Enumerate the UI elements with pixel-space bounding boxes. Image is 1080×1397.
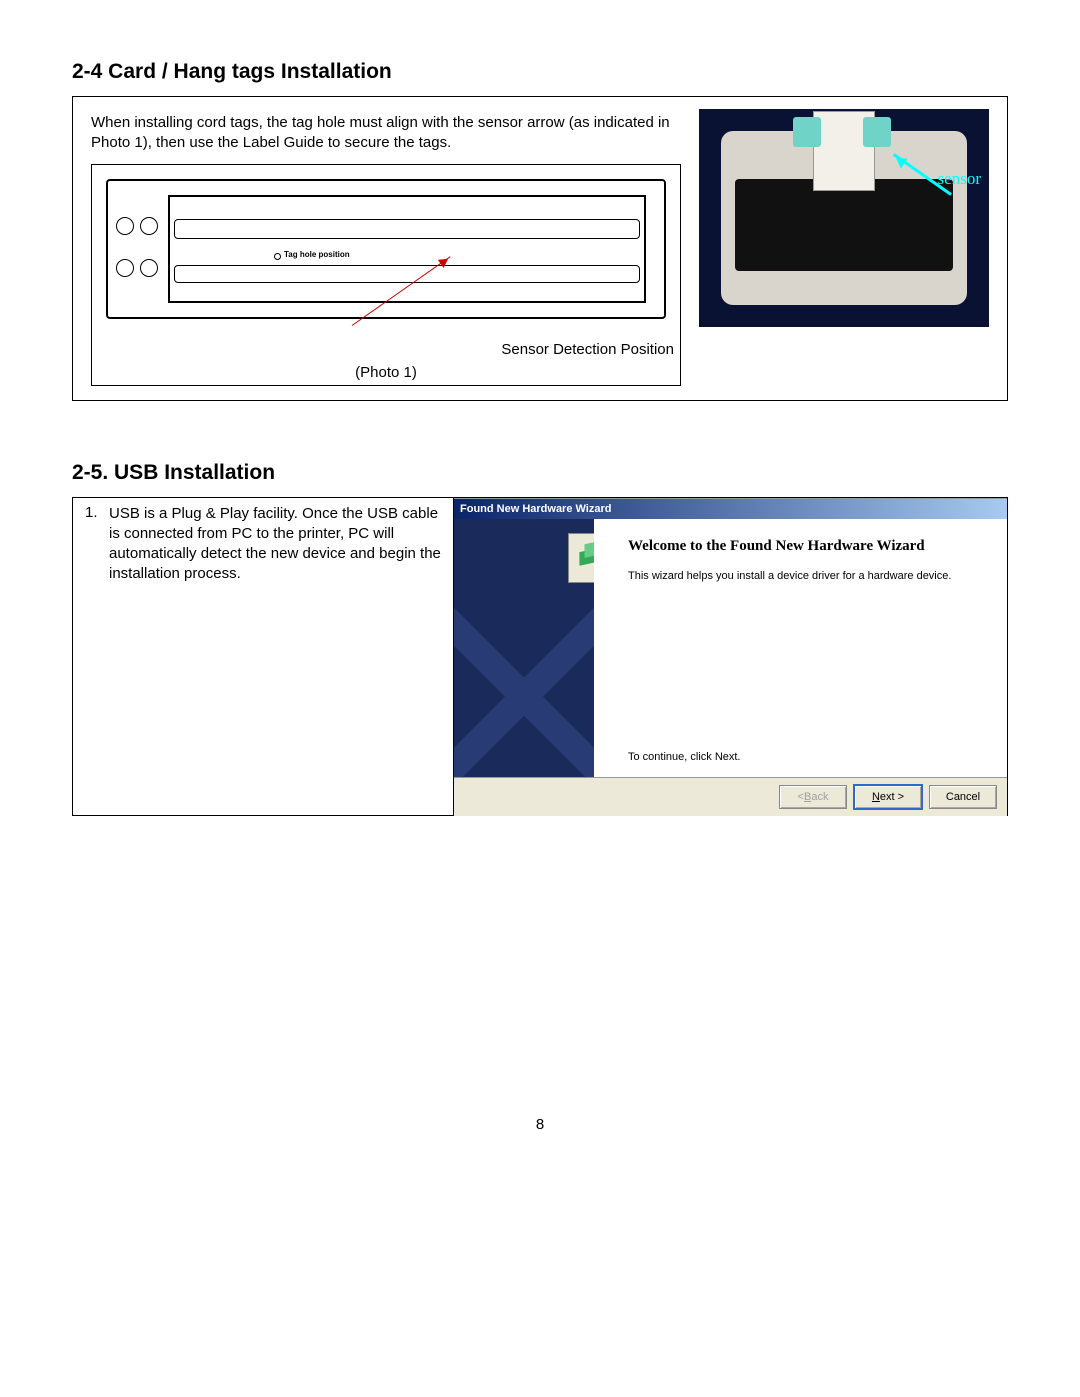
hardware-wizard-window: Found New Hardware Wizard [454,498,1007,815]
diagram-frame: Tag hole position Sensor Detection Posit… [91,164,681,386]
hardware-icon [568,533,594,583]
next-button[interactable]: Next > [853,784,923,810]
page-number: 8 [72,1116,1008,1133]
section-heading-2-4: 2-4 Card / Hang tags Installation [72,60,1008,84]
printer-photo: sensor [699,109,989,327]
step-text: USB is a Plug & Play facility. Once the … [109,504,445,809]
tag-hole-label: Tag hole position [284,250,350,259]
diagram-caption: Sensor Detection Position [92,333,680,360]
photo-label: (Photo 1) [92,360,680,385]
section-heading-2-5: 2-5. USB Installation [72,461,1008,485]
manual-page: 2-4 Card / Hang tags Installation When i… [0,0,1080,1173]
sensor-label: sensor [938,169,981,189]
wizard-button-bar: < Back Next > Cancel [454,777,1007,816]
step-number: 1. [85,504,109,809]
usb-step-cell: 1. USB is a Plug & Play facility. Once t… [73,498,454,815]
back-button[interactable]: < Back [779,785,847,809]
wizard-heading: Welcome to the Found New Hardware Wizard [628,537,991,556]
wizard-titlebar: Found New Hardware Wizard [454,499,1007,519]
cancel-button[interactable]: Cancel [929,785,997,809]
wizard-continue-text: To continue, click Next. [628,751,741,763]
printer-diagram: Tag hole position [92,165,680,333]
wizard-description: This wizard helps you install a device d… [628,569,991,584]
usb-box: 1. USB is a Plug & Play facility. Once t… [72,497,1008,816]
card-hangtags-box: When installing cord tags, the tag hole … [72,96,1008,401]
intro-text: When installing cord tags, the tag hole … [91,113,681,154]
wizard-sidebar-graphic [454,519,594,777]
